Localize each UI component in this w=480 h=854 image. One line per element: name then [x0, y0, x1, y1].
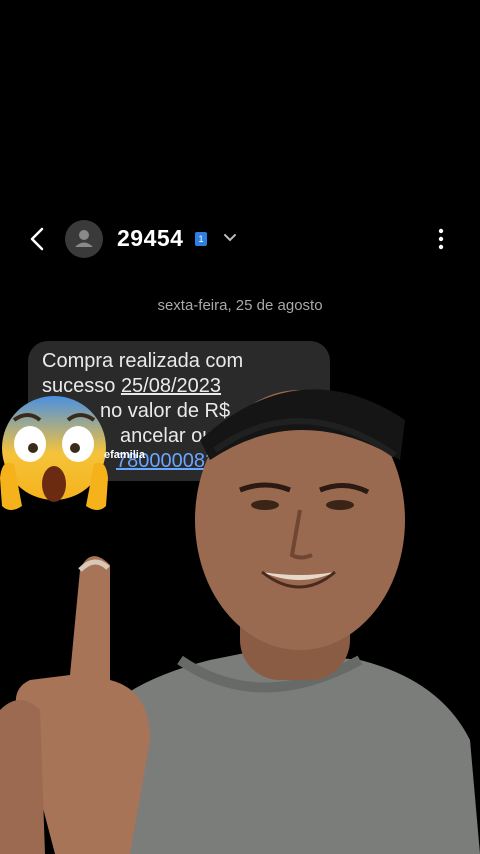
sim-badge: 1 [195, 232, 207, 246]
conversation-header: 29454 1 [0, 214, 480, 264]
watermark-text: efamilia [104, 449, 145, 461]
back-arrow-icon[interactable] [26, 226, 48, 252]
avatar[interactable] [65, 220, 103, 258]
more-vert-icon[interactable] [432, 226, 450, 252]
fearful-face-emoji-icon [0, 396, 108, 510]
contact-name[interactable]: 29454 [117, 225, 183, 252]
chevron-down-icon[interactable] [222, 230, 238, 246]
avatar-icon [75, 230, 93, 247]
date-separator: sexta-feira, 25 de agosto [157, 297, 323, 314]
